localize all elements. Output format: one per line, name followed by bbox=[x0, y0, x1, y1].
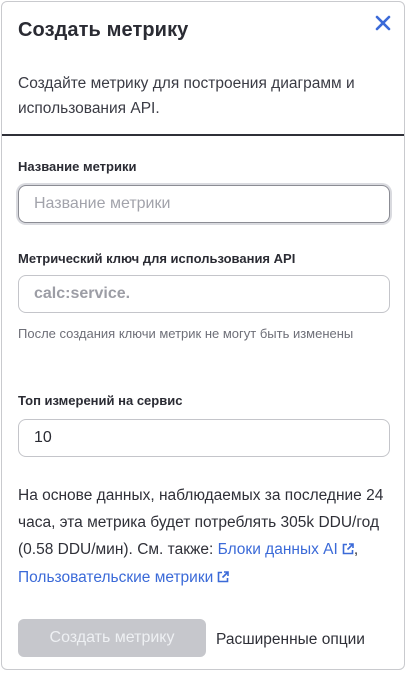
dialog-description: Создайте метрику для построения диаграмм… bbox=[18, 75, 355, 117]
metric-key-hint: После создания ключи метрик не могут быт… bbox=[18, 326, 354, 341]
dialog-header: Создать метрику Создайте метрику для пос… bbox=[2, 2, 404, 136]
top-dimensions-label: Топ измерений на сервис bbox=[18, 393, 183, 408]
link-separator: , bbox=[353, 541, 359, 558]
metric-name-label: Название метрики bbox=[18, 159, 137, 174]
ai-data-blocks-link[interactable]: Блоки данных AI bbox=[218, 541, 354, 558]
create-metric-dialog: Создать метрику Создайте метрику для пос… bbox=[1, 1, 405, 670]
top-dimensions-input[interactable] bbox=[18, 419, 390, 457]
create-metric-button[interactable]: Создать метрику bbox=[18, 619, 206, 657]
metric-key-label: Метрический ключ для использования API bbox=[18, 251, 296, 266]
custom-metrics-link[interactable]: Пользовательские метрики bbox=[18, 569, 230, 586]
advanced-options-link[interactable]: Расширенные опции bbox=[216, 631, 365, 649]
close-icon[interactable] bbox=[372, 12, 394, 34]
custom-metrics-link-label: Пользовательские метрики bbox=[18, 569, 214, 586]
dialog-title: Создать метрику bbox=[18, 19, 189, 41]
metric-name-input[interactable] bbox=[18, 185, 390, 223]
see-also-label: См. также: bbox=[137, 541, 214, 558]
ai-data-blocks-link-label: Блоки данных AI bbox=[217, 541, 338, 558]
external-link-icon bbox=[342, 537, 354, 564]
metric-key-input[interactable] bbox=[18, 275, 390, 313]
usage-info: На основе данных, наблюдаемых за последн… bbox=[18, 482, 398, 592]
external-link-icon bbox=[217, 565, 230, 592]
